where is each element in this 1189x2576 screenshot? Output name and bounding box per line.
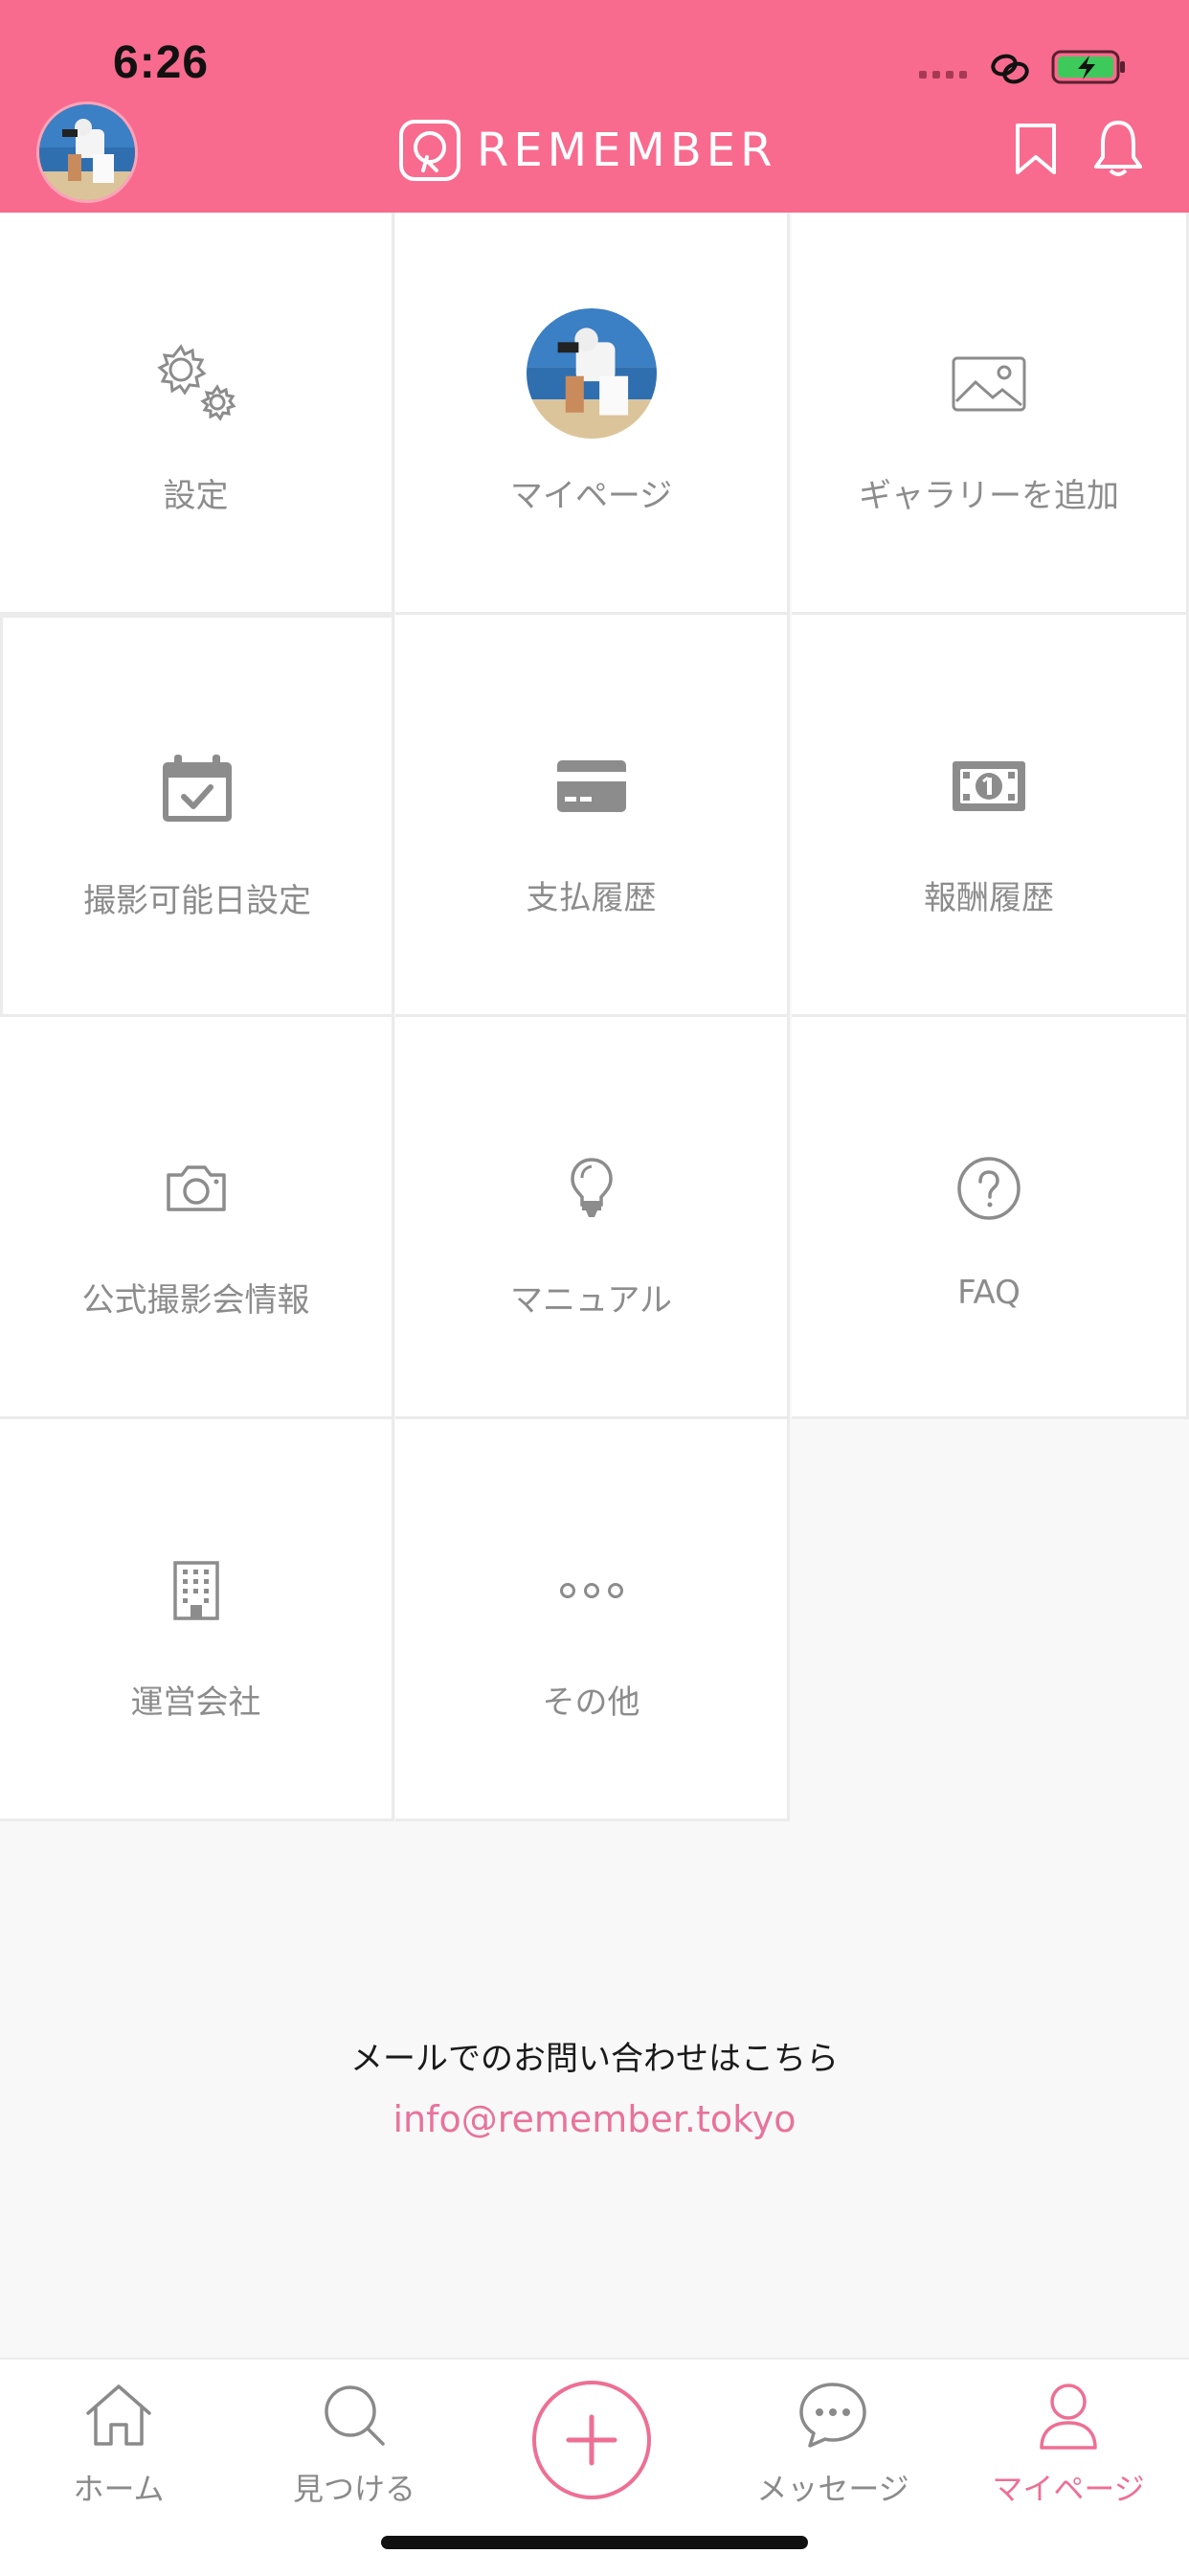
- app-header: 6:26 REMEMBER: [0, 0, 1189, 213]
- menu-label: FAQ: [957, 1274, 1021, 1312]
- search-icon: [325, 2385, 385, 2446]
- menu-label: 支払履歴: [526, 879, 657, 917]
- menu-label: マイページ: [509, 477, 673, 515]
- menu-grid: 設定 マイページ ギャラリーを追加 撮影可能日設定 支払履歴 報酬履歴 公式撮影…: [0, 213, 1189, 1821]
- tab-label: 見つける: [292, 2471, 415, 2507]
- menu-label: 設定: [163, 477, 229, 515]
- link-icon: [991, 54, 1029, 84]
- signal-icon: [919, 71, 967, 79]
- menu-label: 公式撮影会情報: [81, 1281, 310, 1320]
- contact-email-link[interactable]: info@remember.tokyo: [0, 2098, 1189, 2140]
- avatar: [526, 308, 657, 439]
- battery-icon: [1051, 50, 1125, 84]
- menu-item-mypage[interactable]: マイページ: [395, 213, 790, 615]
- person-icon: [1040, 2384, 1097, 2450]
- tab-messages[interactable]: メッセージ: [728, 2360, 938, 2532]
- tab-label: マイページ: [992, 2471, 1145, 2507]
- plus-icon: [566, 2414, 617, 2466]
- tab-find[interactable]: 見つける: [249, 2360, 460, 2532]
- menu-item-manual[interactable]: マニュアル: [395, 1017, 790, 1419]
- menu-item-payment-history[interactable]: 支払履歴: [395, 615, 790, 1017]
- menu-item-official-events[interactable]: 公式撮影会情報: [0, 1017, 394, 1419]
- contact-text: メールでのお問い合わせはこちら: [350, 2040, 839, 2078]
- menu-label: マニュアル: [510, 1281, 672, 1320]
- menu-item-reward-history[interactable]: 報酬履歴: [792, 615, 1189, 1017]
- menu-item-other[interactable]: その他: [395, 1419, 790, 1821]
- app-logo: REMEMBER: [398, 119, 776, 182]
- tab-label: メッセージ: [756, 2471, 909, 2507]
- contact-section: メールでのお問い合わせはこちら info@remember.tokyo: [0, 2032, 1189, 2140]
- logo-icon: [399, 120, 460, 181]
- calendar-check-icon: [163, 755, 232, 822]
- lightbulb-icon: [570, 1158, 613, 1217]
- menu-item-availability[interactable]: 撮影可能日設定: [0, 615, 394, 1017]
- menu-item-faq[interactable]: FAQ: [792, 1017, 1189, 1419]
- add-button[interactable]: [532, 2381, 651, 2499]
- gears-icon: [156, 344, 236, 421]
- tab-home[interactable]: ホーム: [13, 2360, 224, 2532]
- tab-label: ホーム: [73, 2471, 165, 2507]
- home-indicator: [381, 2536, 808, 2549]
- menu-label: 運営会社: [130, 1683, 261, 1722]
- menu-label: その他: [542, 1683, 640, 1722]
- menu-label: 報酬履歴: [924, 879, 1054, 917]
- bookmark-icon[interactable]: [1013, 123, 1059, 176]
- menu-item-add-gallery[interactable]: ギャラリーを追加: [792, 213, 1189, 615]
- status-time: 6:26: [113, 37, 210, 88]
- banknote-icon: [953, 761, 1025, 811]
- chat-bubble-icon: [799, 2383, 866, 2448]
- question-circle-icon: [957, 1157, 1021, 1220]
- home-icon: [86, 2384, 151, 2446]
- camera-icon: [166, 1165, 226, 1211]
- credit-card-icon: [556, 760, 626, 812]
- menu-label: ギャラリーを追加: [859, 477, 1119, 515]
- building-icon: [172, 1561, 219, 1620]
- bell-icon[interactable]: [1091, 117, 1145, 178]
- menu-item-settings[interactable]: 設定: [0, 213, 394, 615]
- menu-item-company[interactable]: 運営会社: [0, 1419, 394, 1821]
- menu-label: 撮影可能日設定: [83, 882, 311, 920]
- tab-mypage[interactable]: マイページ: [963, 2360, 1174, 2532]
- more-dots-icon: [559, 1583, 623, 1598]
- avatar[interactable]: [36, 102, 138, 203]
- logo-text: REMEMBER: [477, 124, 777, 177]
- image-icon: [952, 356, 1026, 412]
